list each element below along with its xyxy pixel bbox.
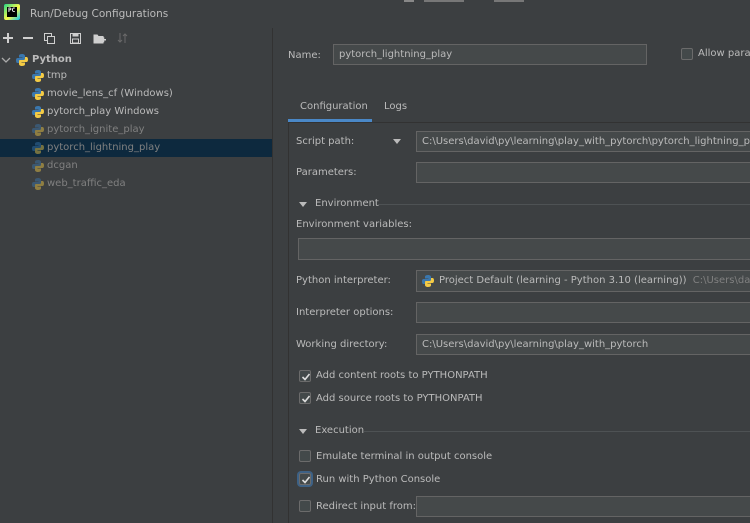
add-content-roots-label: Add content roots to PYTHONPATH — [316, 370, 488, 381]
copy-icon[interactable] — [41, 30, 57, 46]
allow-parallel-checkbox[interactable] — [681, 48, 693, 60]
python-icon — [32, 124, 44, 136]
working-directory-field[interactable]: C:\Users\david\py\learning\play_with_pyt… — [416, 334, 750, 355]
save-icon[interactable] — [67, 30, 83, 46]
window-title: Run/Debug Configurations — [30, 8, 169, 20]
tree-item-label: dcgan — [47, 160, 78, 171]
working-directory-label: Working directory: — [296, 339, 388, 350]
environment-section-title: Environment — [315, 198, 379, 209]
plus-icon[interactable] — [0, 30, 16, 46]
tree-item-label: tmp — [47, 70, 68, 81]
python-icon — [32, 70, 44, 82]
title-bar: PC Run/Debug Configurations — [0, 0, 750, 28]
name-field[interactable]: pytorch_lightning_play — [333, 44, 647, 65]
script-path-field[interactable]: C:\Users\david\py\learning\play_with_pyt… — [416, 131, 750, 152]
tree-item-label: pytorch_lightning_play — [47, 142, 161, 153]
python-icon — [422, 275, 434, 287]
tab-label: Logs — [384, 101, 408, 112]
python-icon — [32, 160, 44, 172]
chevron-down-icon[interactable] — [1, 55, 11, 65]
interpreter-options-field[interactable] — [416, 302, 750, 323]
add-source-roots-label: Add source roots to PYTHONPATH — [316, 393, 483, 404]
tree-item-pytorch-lightning-play[interactable]: pytorch_lightning_play — [0, 139, 272, 157]
minus-icon[interactable] — [20, 30, 36, 46]
run-with-python-console-checkbox[interactable] — [299, 473, 311, 485]
tab-label: Configuration — [300, 101, 368, 112]
tree-item-dcgan[interactable]: dcgan — [0, 157, 272, 175]
python-icon — [32, 106, 44, 118]
tab-logs[interactable]: Logs — [374, 94, 414, 122]
name-label: Name: — [288, 50, 321, 61]
tree-item-label: movie_lens_cf (Windows) — [47, 88, 173, 99]
interpreter-path: C:\Users\david\py\le — [692, 275, 750, 286]
tree-item-label: pytorch_ignite_play — [47, 124, 145, 135]
run-with-python-console-label: Run with Python Console — [316, 474, 441, 485]
python-icon — [32, 142, 44, 154]
tree-item-tmp[interactable]: tmp — [0, 67, 272, 85]
tree-toolbar — [0, 28, 272, 48]
chevron-down-icon[interactable] — [299, 200, 307, 208]
env-vars-field[interactable] — [298, 238, 750, 260]
redirect-input-label: Redirect input from: — [316, 501, 416, 512]
checkmark-icon — [301, 395, 311, 403]
tree-item-movie-lens-cf[interactable]: movie_lens_cf (Windows) — [0, 85, 272, 103]
pycharm-logo-icon: PC — [4, 4, 20, 20]
python-icon — [32, 88, 44, 100]
tree-root-label: Python — [32, 54, 72, 65]
python-icon — [16, 54, 28, 66]
checkmark-icon — [301, 373, 311, 381]
parameters-label: Parameters: — [296, 167, 357, 178]
add-source-roots-checkbox[interactable] — [299, 392, 311, 404]
sort-icon[interactable] — [114, 30, 130, 46]
tree-item-label: web_traffic_eda — [47, 178, 126, 189]
section-separator — [378, 204, 750, 205]
interpreter-options-label: Interpreter options: — [296, 307, 394, 318]
tree-item-web-traffic-eda[interactable]: web_traffic_eda — [0, 175, 272, 193]
redirect-input-checkbox[interactable] — [299, 500, 311, 512]
chevron-down-icon[interactable] — [299, 427, 307, 435]
tab-configuration[interactable]: Configuration — [288, 94, 372, 122]
python-icon — [32, 178, 44, 190]
panel-divider[interactable] — [272, 28, 273, 523]
python-interpreter-select[interactable]: Project Default (learning - Python 3.10 … — [416, 270, 750, 292]
add-content-roots-checkbox[interactable] — [299, 370, 311, 382]
env-vars-label: Environment variables: — [296, 219, 412, 230]
redirect-input-field[interactable] — [416, 496, 750, 517]
tree-item-label: pytorch_play Windows — [47, 106, 160, 117]
emulate-terminal-label: Emulate terminal in output console — [316, 451, 493, 462]
checkmark-icon — [301, 476, 311, 484]
allow-parallel-label: Allow paralle — [698, 48, 750, 59]
folder-add-icon[interactable] — [91, 30, 107, 46]
interpreter-name: Project Default (learning - Python 3.10 … — [439, 275, 687, 286]
script-type-dropdown-icon[interactable] — [393, 139, 401, 144]
title-bar-fragment — [404, 0, 524, 2]
parameters-field[interactable] — [416, 162, 750, 183]
emulate-terminal-checkbox[interactable] — [299, 450, 311, 462]
tree-item-pytorch-play-windows[interactable]: pytorch_play Windows — [0, 103, 272, 121]
script-path-label: Script path: — [296, 136, 355, 147]
section-separator — [364, 431, 750, 432]
configurations-tree: Python tmp movie_lens_cf (Windows) pytor… — [0, 48, 272, 523]
python-interpreter-label: Python interpreter: — [296, 275, 391, 286]
tree-item-pytorch-ignite-play[interactable]: pytorch_ignite_play — [0, 121, 272, 139]
execution-section-title: Execution — [315, 425, 365, 436]
